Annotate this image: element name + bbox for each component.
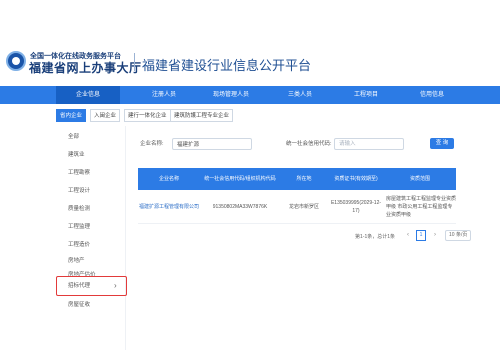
sidebar-item-bidding-agency-label: 招标代理 <box>68 283 91 289</box>
column-header-company: 企业名称 <box>158 176 179 182</box>
nav-item-site-managers[interactable]: 现场管理人员 <box>196 86 266 104</box>
sidebar-item-all[interactable]: 全部 <box>56 130 126 144</box>
subtab-in-province[interactable]: 省内企业 <box>56 109 87 122</box>
subtab-integrated[interactable]: 建行一体化企业 <box>124 109 171 122</box>
credit-code-input[interactable] <box>334 138 404 150</box>
prev-page-icon[interactable]: ‹ <box>403 230 413 241</box>
category-sidebar: 全部 建筑业 工程勘察 工程设计 质量检测 工程监理 工程造价 房地产 房地产估… <box>56 126 126 350</box>
table-row[interactable]: 福建扩源工程管理有限公司 91350802MA33W7876K 龙岩市新罗区 E… <box>138 190 456 224</box>
logo-title[interactable]: 福建省网上办事大厅 <box>29 59 142 76</box>
column-header-certificate: 资质证书(有效期至) <box>334 176 378 182</box>
sidebar-item-survey[interactable]: 工程勘察 <box>56 166 126 180</box>
logo-divider <box>134 53 135 71</box>
column-header-location: 所在地 <box>296 176 312 182</box>
page-number-button[interactable]: 1 <box>416 230 426 241</box>
subtab-protection-engineering[interactable]: 建筑防護工程专业企业 <box>170 109 234 122</box>
nav-item-enterprise[interactable]: 企业信息 <box>56 86 120 104</box>
company-name-input[interactable] <box>172 138 252 150</box>
credit-code-cell: 91350802MA33W7876K <box>212 204 268 210</box>
sidebar-item-demolition[interactable]: 房屋征收 <box>56 298 126 312</box>
sidebar-item-quality-testing[interactable]: 质量检测 <box>56 202 126 216</box>
chevron-right-icon: › <box>114 281 117 290</box>
nav-item-projects[interactable]: 工程项目 <box>334 86 398 104</box>
sidebar-item-construction[interactable]: 建筑业 <box>56 148 126 162</box>
site-header: 全国一体化在线政务服务平台 福建省网上办事大厅 福建省建设行业信息公开平台 <box>0 0 500 82</box>
certificate-cell: E135039995(2029-12-17) <box>330 200 382 214</box>
pagination-info: 第1-1条，总计1条 <box>355 234 396 240</box>
logo-emblem-icon <box>6 51 26 71</box>
column-header-credit-code: 统一社会信用代码/组织机构代码 <box>204 176 276 182</box>
company-name-label: 企业名称: <box>140 141 164 147</box>
company-name-link[interactable]: 福建扩源工程管理有限公司 <box>138 190 200 224</box>
sidebar-item-design[interactable]: 工程设计 <box>56 184 126 198</box>
credit-code-label: 统一社会信用代码: <box>286 141 332 147</box>
location-cell: 龙岩市新罗区 <box>288 204 319 210</box>
sidebar-item-supervision[interactable]: 工程监理 <box>56 220 126 234</box>
nav-item-three-types-personnel[interactable]: 三类人员 <box>268 86 332 104</box>
search-button[interactable]: 查 询 <box>430 138 454 149</box>
sidebar-item-cost[interactable]: 工程造价 <box>56 238 126 252</box>
main-nav: 企业信息 注册人员 现场管理人员 三类人员 工程项目 信用信息 <box>0 86 500 104</box>
column-header-scope: 资质范围 <box>409 176 430 182</box>
scope-cell: 房屋建筑工程工程监理专业资质甲级 市政公用工程工程监理专业资质甲级 <box>386 196 457 218</box>
nav-item-registered-personnel[interactable]: 注册人员 <box>132 86 196 104</box>
table-header: 企业名称 统一社会信用代码/组织机构代码 所在地 资质证书(有效期至) 资质范围 <box>138 168 456 190</box>
nav-item-credit[interactable]: 信用信息 <box>400 86 464 104</box>
next-page-icon[interactable]: › <box>430 230 440 241</box>
sidebar-item-real-estate[interactable]: 房地产 <box>56 254 126 268</box>
subtab-entering-fujian[interactable]: 入闽企业 <box>90 109 121 122</box>
page-size-select[interactable]: 10 条/页 <box>445 230 471 241</box>
site-title: 福建省建设行业信息公开平台 <box>142 58 312 73</box>
